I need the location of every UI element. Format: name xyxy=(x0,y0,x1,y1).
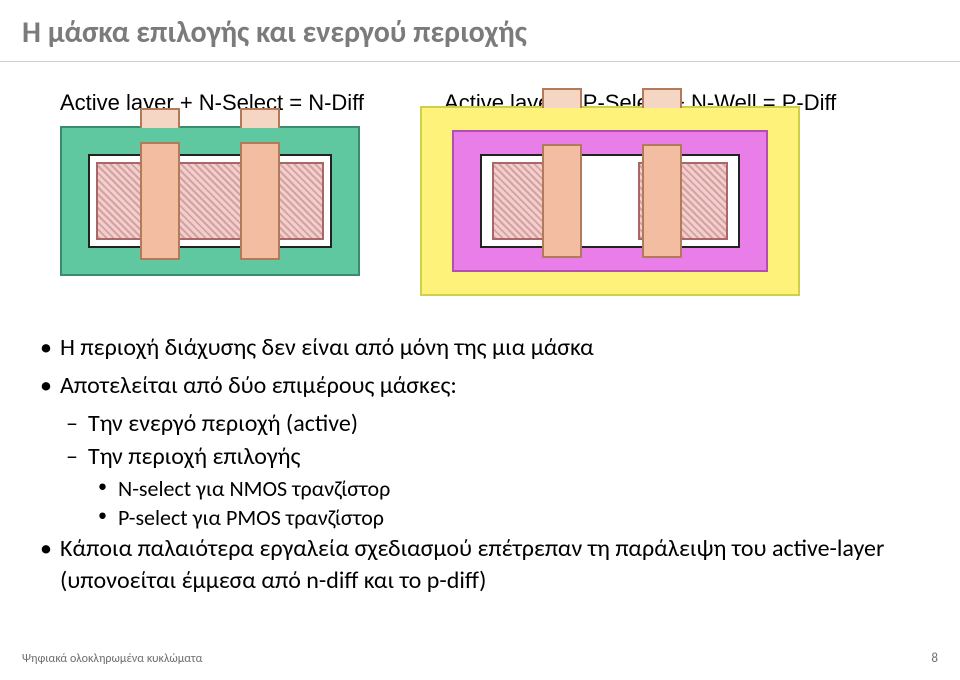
poly-lead-icon xyxy=(140,108,180,128)
poly-lead-icon xyxy=(542,88,582,108)
footer-text: Ψηφιακά ολοκληρωμένα κυκλώματα xyxy=(22,652,202,666)
poly-gate-icon xyxy=(642,144,682,258)
bullet-subitem: Την περιοχή επιλογής xyxy=(40,442,920,471)
poly-gate-icon xyxy=(240,142,280,260)
bullet-subsubitem: N-select για NMOS τρανζίστορ xyxy=(40,475,920,502)
poly-lead-icon xyxy=(240,108,280,128)
bullet-item: Η περιοχή διάχυσης δεν είναι από μόνη τη… xyxy=(40,332,920,364)
poly-gate-icon xyxy=(542,144,582,258)
poly-lead-icon xyxy=(642,88,682,108)
page-number: 8 xyxy=(931,651,938,666)
diagrams-row xyxy=(0,126,960,306)
bullet-item: Αποτελείται από δύο επιμέρους μάσκες: xyxy=(40,370,920,402)
ndiff-diagram xyxy=(60,126,360,296)
slide-title: Η μάσκα επιλογής και ενεργού περιοχής xyxy=(0,0,960,57)
bullet-subsubitem: P-select για PMOS τρανζίστορ xyxy=(40,504,920,531)
bullet-subitem: Την ενεργό περιοχή (active) xyxy=(40,409,920,438)
ndiff-region-icon xyxy=(96,162,324,240)
poly-gate-icon xyxy=(140,142,180,260)
bullet-content: Η περιοχή διάχυσης δεν είναι από μόνη τη… xyxy=(0,306,960,598)
pdiff-diagram xyxy=(420,126,800,296)
equation-ndiff: Active layer + N-Select = N-Diff xyxy=(60,90,364,116)
bullet-item: Κάποια παλαιότερα εργαλεία σχεδιασμού επ… xyxy=(40,533,920,598)
